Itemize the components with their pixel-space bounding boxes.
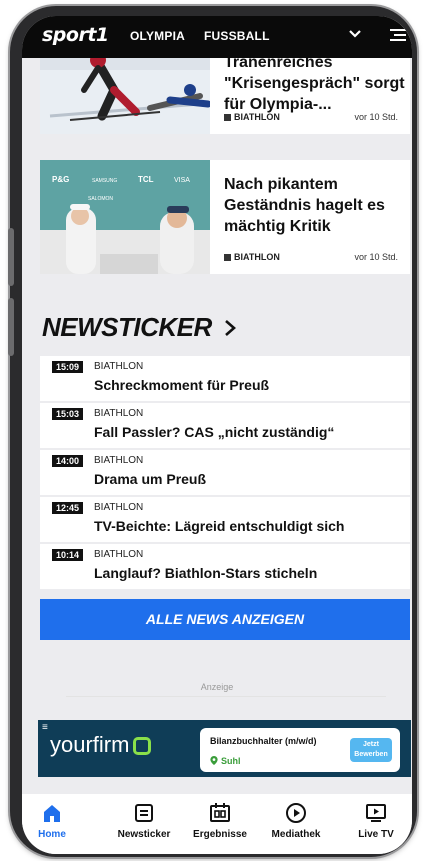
tab-mediathek[interactable]: Mediathek	[260, 802, 332, 840]
chevron-down-icon[interactable]	[348, 27, 362, 41]
ticker-category: BIATHLON	[94, 361, 144, 372]
chevron-right-icon[interactable]	[223, 318, 237, 338]
sponsor-logo-text: SALOMON	[88, 196, 113, 202]
live-tv-icon	[366, 804, 386, 822]
sponsor-logo-text: TCL	[138, 175, 154, 184]
tab-live-tv[interactable]: Live TV	[340, 802, 412, 840]
category-icon	[224, 114, 231, 121]
article-category: BIATHLON	[224, 252, 280, 262]
ad-location: Suhl	[210, 756, 241, 766]
ticker-item[interactable]: 15:03 BIATHLON Fall Passler? CAS „nicht …	[40, 403, 410, 450]
sport1-logo[interactable]: sport1	[42, 24, 109, 46]
ticker-category: BIATHLON	[94, 408, 144, 419]
yourfirm-logo-icon	[133, 737, 152, 755]
top-navigation-bar: sport1 OLYMPIA FUSSBALL	[22, 16, 412, 58]
article-title[interactable]: Tränenreiches "Krisengespräch" sorgt für…	[224, 52, 406, 115]
ticker-title[interactable]: Drama um Preuß	[94, 471, 206, 487]
sponsor-logo-text: P&G	[52, 175, 69, 184]
ticker-time: 12:45	[52, 502, 84, 514]
nav-olympia[interactable]: OLYMPIA	[130, 29, 185, 43]
results-icon	[210, 803, 230, 822]
sponsor-logo-text: VISA	[174, 177, 190, 184]
article-card[interactable]: P&G SAMSUNG TCL VISA SALOMON Nach pikant…	[40, 160, 410, 274]
newsticker-icon	[135, 804, 153, 822]
sponsor-logo-text: SAMSUNG	[92, 178, 117, 184]
ad-banner[interactable]: ≡ yourfirm Bilanzbuchhalter (m/w/d) Suhl…	[38, 720, 411, 777]
article-title[interactable]: Nach pikantem Geständnis hagelt es mächt…	[224, 174, 406, 237]
category-icon	[224, 254, 231, 261]
ticker-title[interactable]: Fall Passler? CAS „nicht zuständig“	[94, 424, 334, 440]
ticker-time: 14:00	[52, 455, 84, 467]
ad-brand: yourfirm	[50, 732, 152, 758]
ticker-item[interactable]: 10:14 BIATHLON Langlauf? Biathlon-Stars …	[40, 544, 410, 591]
location-pin-icon	[210, 756, 218, 765]
newsticker-heading[interactable]: NEWSTICKER	[42, 312, 237, 343]
ticker-time: 15:03	[52, 408, 84, 420]
article-time: vor 10 Std.	[354, 112, 398, 122]
article-category: BIATHLON	[224, 112, 280, 122]
ticker-title[interactable]: Schreckmoment für Preuß	[94, 377, 269, 393]
ad-menu-icon[interactable]: ≡	[42, 722, 48, 733]
ad-job-title: Bilanzbuchhalter (m/w/d)	[210, 736, 317, 746]
home-icon	[44, 805, 60, 822]
phone-side-button	[8, 298, 14, 356]
ticker-time: 10:14	[52, 549, 84, 561]
newsticker-list: 15:09 BIATHLON Schreckmoment für Preuß 1…	[40, 356, 410, 591]
article-time: vor 10 Std.	[354, 252, 398, 262]
all-news-button[interactable]: ALLE NEWS ANZEIGEN	[40, 599, 410, 640]
menu-icon[interactable]	[390, 29, 406, 41]
ticker-time: 15:09	[52, 361, 84, 373]
ticker-category: BIATHLON	[94, 549, 144, 560]
tab-ergebnisse[interactable]: Ergebnisse	[184, 802, 256, 840]
ticker-category: BIATHLON	[94, 455, 144, 466]
ticker-title[interactable]: Langlauf? Biathlon-Stars sticheln	[94, 565, 317, 581]
tab-newsticker[interactable]: Newsticker	[108, 802, 180, 840]
ticker-category: BIATHLON	[94, 502, 144, 513]
tab-home[interactable]: Home	[22, 802, 88, 840]
apply-button[interactable]: Jetzt Bewerben	[350, 738, 392, 762]
phone-side-button	[8, 228, 14, 286]
article-thumbnail: P&G SAMSUNG TCL VISA SALOMON	[40, 160, 210, 274]
play-icon	[286, 803, 306, 823]
app-screen: sport1 OLYMPIA FUSSBALL Tränenreiches "K…	[22, 16, 412, 854]
bottom-navigation: Home Newsticker Ergebnisse Mediathek Liv…	[22, 794, 412, 854]
ticker-item[interactable]: 15:09 BIATHLON Schreckmoment für Preuß	[40, 356, 410, 403]
ad-job-card[interactable]: Bilanzbuchhalter (m/w/d) Suhl Jetzt Bewe…	[200, 728, 400, 772]
nav-fussball[interactable]: FUSSBALL	[204, 29, 270, 43]
ticker-item[interactable]: 14:00 BIATHLON Drama um Preuß	[40, 450, 410, 497]
ad-label: Anzeige	[200, 682, 234, 692]
ticker-item[interactable]: 12:45 BIATHLON TV-Beichte: Lägreid entsc…	[40, 497, 410, 544]
divider	[66, 696, 386, 697]
ticker-title[interactable]: TV-Beichte: Lägreid entschuldigt sich	[94, 518, 344, 534]
